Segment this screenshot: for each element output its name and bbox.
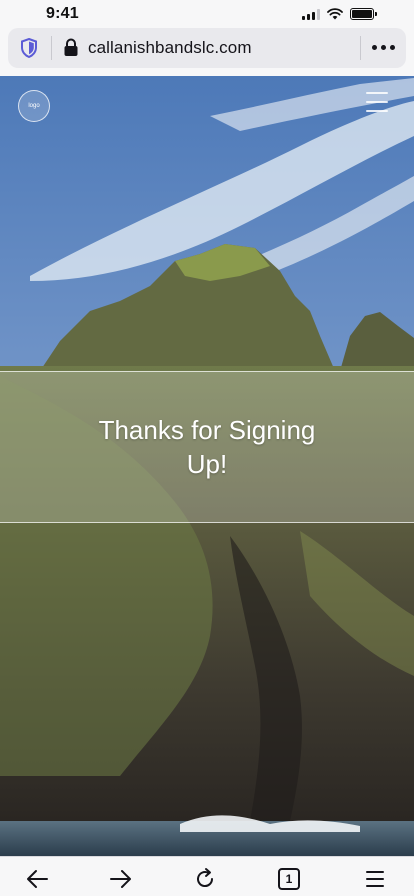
thanks-banner: Thanks for Signing Up!: [0, 371, 414, 523]
more-options-icon[interactable]: [372, 45, 395, 50]
site-logo-text: logo: [28, 103, 40, 109]
address-bar-divider: [51, 36, 52, 60]
forward-button[interactable]: [108, 866, 134, 892]
browser-bottom-toolbar: 1: [0, 856, 414, 896]
web-content: logo Thanks for Signing Up!: [0, 76, 414, 856]
tracking-shield-icon[interactable]: [20, 38, 38, 58]
lock-icon[interactable]: [63, 38, 79, 57]
thanks-message: Thanks for Signing Up!: [98, 415, 316, 479]
url-text[interactable]: callanishbandslc.com: [88, 38, 252, 58]
forward-arrow-icon: [110, 870, 131, 888]
address-bar-divider-right: [360, 36, 361, 60]
tab-count: 1: [285, 872, 293, 886]
reload-icon: [197, 868, 214, 888]
reload-button[interactable]: [192, 866, 218, 892]
back-button[interactable]: [24, 866, 50, 892]
menu-icon: [366, 871, 384, 887]
app-menu-button[interactable]: [362, 866, 388, 892]
site-logo[interactable]: logo: [18, 90, 50, 122]
status-bar: 9:41: [0, 0, 414, 28]
cellular-signal-icon: [302, 9, 320, 20]
tabs-icon: 1: [278, 868, 300, 890]
back-arrow-icon: [27, 870, 48, 888]
browser-toolbar: callanishbandslc.com: [0, 28, 414, 76]
address-bar[interactable]: callanishbandslc.com: [8, 28, 406, 68]
status-icons: [302, 8, 377, 20]
status-time: 9:41: [46, 5, 79, 22]
battery-icon: [350, 8, 377, 20]
tabs-button[interactable]: 1: [276, 866, 302, 892]
wifi-icon: [327, 8, 343, 20]
hamburger-menu-icon[interactable]: [366, 92, 388, 112]
